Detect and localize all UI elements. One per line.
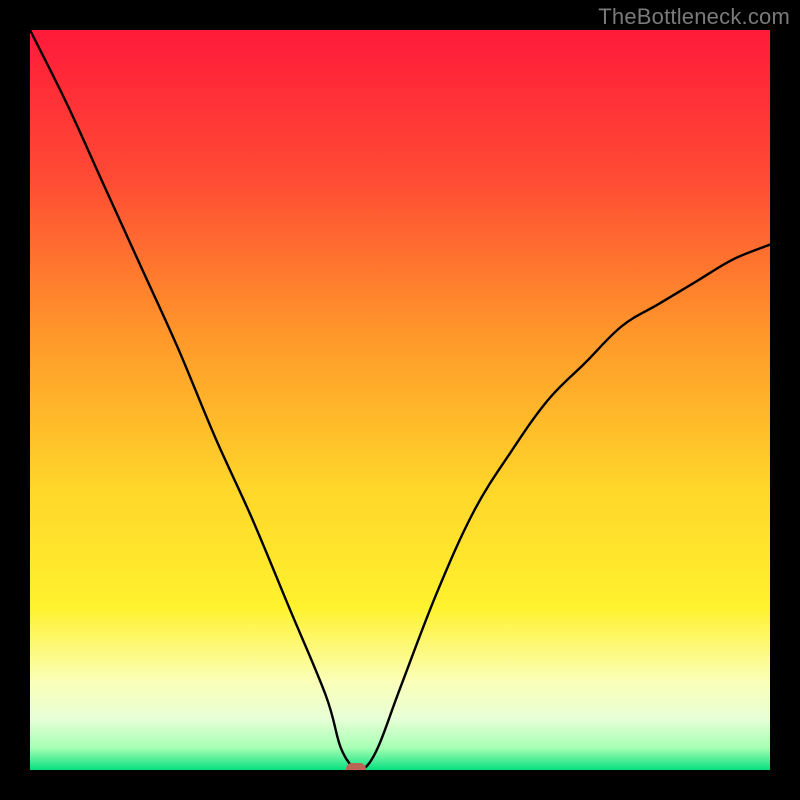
bottleneck-curve	[30, 30, 770, 770]
watermark-text: TheBottleneck.com	[598, 4, 790, 30]
chart-frame: TheBottleneck.com	[0, 0, 800, 800]
optimal-point-marker	[346, 763, 366, 770]
plot-area	[30, 30, 770, 770]
